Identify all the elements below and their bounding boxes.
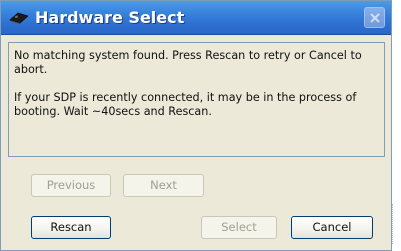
select-button[interactable]: Select [201,216,277,239]
page-edge-marks [392,204,399,244]
window-title: Hardware Select [35,8,185,27]
message-box: No matching system found. Press Rescan t… [8,42,385,157]
previous-button[interactable]: Previous [31,174,111,197]
close-icon [370,13,380,23]
board-icon [9,10,29,24]
message-line-1: No matching system found. Press Rescan t… [14,49,362,76]
cancel-button[interactable]: Cancel [291,216,373,239]
rescan-button[interactable]: Rescan [31,216,111,239]
title-bar[interactable]: Hardware Select [1,1,391,35]
message-line-2: If your SDP is recently connected, it ma… [14,91,357,118]
next-button[interactable]: Next [123,174,204,197]
hardware-select-dialog: Hardware Select No matching system found… [0,0,392,251]
close-button[interactable] [364,7,385,28]
